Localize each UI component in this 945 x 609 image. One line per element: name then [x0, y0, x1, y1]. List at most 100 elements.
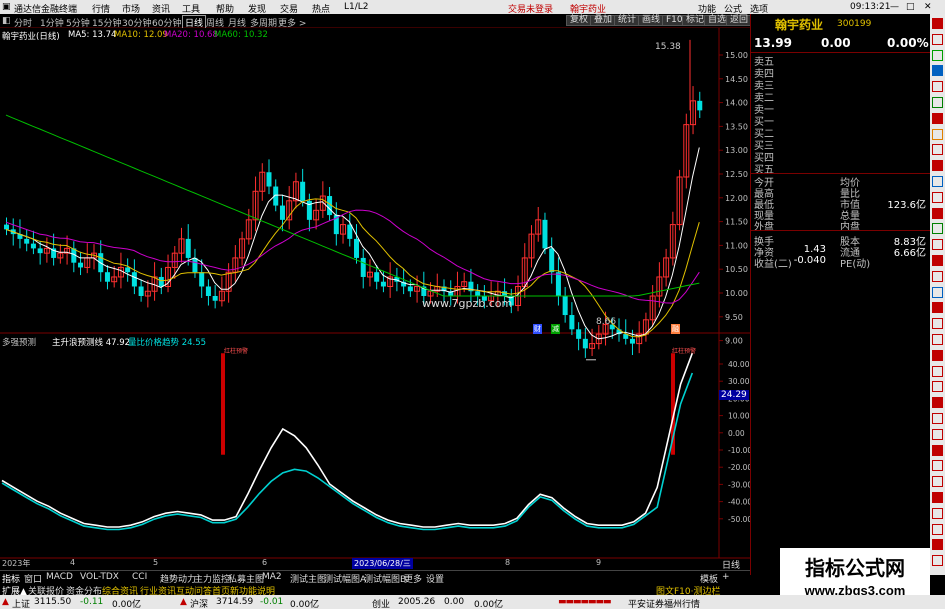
- indicator-line2-legend: 量比价格趋势 24.55: [128, 338, 207, 348]
- price-tick-label: 13.50: [725, 122, 748, 131]
- side-tool-icon[interactable]: [932, 239, 943, 251]
- signal-strip-icon: ▬▬▬▬▬▬▬: [558, 597, 612, 607]
- maximize-icon[interactable]: □: [906, 2, 915, 12]
- side-tool-icon[interactable]: [932, 460, 943, 472]
- side-tool-icon[interactable]: [932, 33, 943, 45]
- menu-item-l1l2[interactable]: L1/L2: [344, 2, 369, 12]
- side-tool-icon[interactable]: [932, 112, 943, 124]
- indicator-tab-4[interactable]: CCI: [132, 572, 147, 582]
- sh-index-label[interactable]: 上证: [12, 597, 30, 609]
- side-tool-icon[interactable]: [932, 207, 943, 219]
- reduce-mark[interactable]: 减: [551, 324, 560, 334]
- side-tool-icon[interactable]: [932, 507, 943, 519]
- draw-button[interactable]: 画线: [638, 15, 665, 26]
- indicator-current-value: 24.29: [719, 390, 749, 400]
- sz-index-amount: 0.00亿: [290, 600, 320, 609]
- side-tool-icon[interactable]: [932, 413, 943, 424]
- candle-body-down: [300, 181, 306, 201]
- side-tool-icon[interactable]: [932, 397, 943, 409]
- side-tool-icon[interactable]: [932, 381, 943, 393]
- indicator-name[interactable]: 多强预测: [2, 338, 36, 348]
- side-tool-icon[interactable]: [932, 65, 943, 77]
- indicator-tab-3[interactable]: VOL-TDX: [80, 572, 119, 582]
- indicator-tab-8[interactable]: MA2: [262, 572, 282, 582]
- side-tool-icon[interactable]: [932, 81, 943, 93]
- bid-row: 买三: [754, 137, 926, 152]
- sh-index-change: -0.11: [80, 597, 104, 607]
- red-bar-label-2: 红柱预警: [672, 348, 697, 355]
- market-up-icon: ▲: [180, 597, 187, 607]
- side-tool-icon[interactable]: [932, 334, 943, 345]
- time-label-may: 5: [153, 558, 159, 567]
- chart-area[interactable]: 15.00 14.50 14.00 13.50 13.00 12.50 12.00 11.50…: [0, 28, 750, 570]
- stats-button[interactable]: 统计: [614, 15, 641, 26]
- sz-index-label[interactable]: 沪深: [190, 597, 208, 609]
- side-tool-icon[interactable]: [932, 223, 943, 235]
- side-tool-icon[interactable]: [932, 286, 943, 298]
- side-tool-icon[interactable]: [932, 255, 943, 266]
- side-tool-icon[interactable]: [932, 428, 943, 440]
- side-tool-icon[interactable]: [932, 492, 943, 503]
- candle-body-down: [158, 276, 164, 287]
- candle-body-down: [131, 272, 137, 287]
- indicator-header: 多强预测 主升浪预测线 47.92 量比价格趋势 24.55: [2, 336, 206, 348]
- side-tool-icon[interactable]: [932, 444, 943, 456]
- indicator-tab-2[interactable]: MACD: [46, 572, 73, 582]
- cy-index-value: 2005.26: [398, 597, 436, 607]
- side-tool-icon[interactable]: [932, 18, 943, 29]
- order-book: 卖五 卖四 卖三 卖二 卖一 买一 买二 买三 买四 买五: [751, 53, 931, 176]
- candle-body-down: [138, 286, 144, 296]
- side-tool-icon[interactable]: [932, 555, 943, 567]
- overlay-button[interactable]: 叠加: [590, 15, 617, 26]
- side-tool-icon[interactable]: [932, 97, 943, 108]
- sh-index-amount: 0.00亿: [112, 600, 142, 609]
- quote-stats: 今开 均价 最高 量比 最低 市值 123.6亿 现量 总量 外盘 内盘 换手 股本 8.83亿 净资 1.4…: [751, 174, 931, 284]
- side-tool-icon[interactable]: [932, 302, 943, 314]
- side-tool-icon[interactable]: [932, 365, 943, 377]
- divider: [751, 230, 931, 231]
- side-tool-icon[interactable]: [932, 318, 943, 330]
- side-tool-icon[interactable]: [932, 349, 943, 361]
- watermark-title: 指标公式网: [805, 558, 905, 580]
- quote-stat-row: 外盘 内盘: [754, 218, 926, 233]
- stat-label: PE(动): [840, 259, 871, 270]
- price-tick-label: 12.50: [725, 170, 748, 179]
- panel-toggle-icon[interactable]: ◧: [2, 16, 11, 26]
- candle-body-down: [104, 272, 110, 282]
- side-tool-icon[interactable]: [932, 191, 943, 203]
- candle-body-down: [266, 172, 272, 187]
- margin-mark[interactable]: 融: [671, 324, 680, 334]
- stat-label: 收益(二): [754, 259, 792, 270]
- side-tool-icon[interactable]: [932, 160, 943, 172]
- candle-body-down: [582, 338, 588, 349]
- side-tool-icon[interactable]: [932, 523, 943, 535]
- back-button[interactable]: 返回: [726, 15, 753, 26]
- side-tool-icon[interactable]: [932, 270, 943, 282]
- candle-body-down: [549, 248, 555, 273]
- add-tab-icon[interactable]: +: [722, 572, 730, 582]
- side-tool-icon[interactable]: [932, 476, 943, 488]
- template-tab[interactable]: 模板: [700, 572, 718, 585]
- side-tool-icon[interactable]: [932, 128, 943, 140]
- sh-index-value: 3115.50: [34, 597, 72, 607]
- indicator-tick-label: 10.00: [728, 412, 750, 421]
- percent-change: 0.00%: [887, 36, 929, 50]
- broker-name: 平安证券福州行情: [628, 600, 701, 609]
- time-label-apr: 4: [70, 558, 76, 567]
- candle-body-down: [407, 286, 413, 292]
- indicator-line1-legend: 主升浪预测线 47.92: [52, 338, 131, 348]
- side-tool-icon[interactable]: [932, 49, 943, 61]
- side-tool-icon[interactable]: [932, 144, 943, 156]
- indicator-tick-label: -50.00: [728, 515, 750, 524]
- side-tool-icon[interactable]: [932, 176, 943, 187]
- candle-body-down: [185, 238, 191, 258]
- price-tick-label: 9.00: [725, 337, 743, 346]
- close-icon[interactable]: ✕: [924, 2, 932, 12]
- cy-index-label[interactable]: 创业: [372, 597, 390, 609]
- finance-mark[interactable]: 财: [533, 324, 542, 334]
- minimize-icon[interactable]: —: [890, 2, 899, 12]
- price-tick-label: 9.50: [725, 313, 743, 322]
- side-tool-icon[interactable]: [932, 539, 943, 551]
- adjust-button[interactable]: 复权: [566, 15, 593, 26]
- bid-row: 买二: [754, 125, 926, 140]
